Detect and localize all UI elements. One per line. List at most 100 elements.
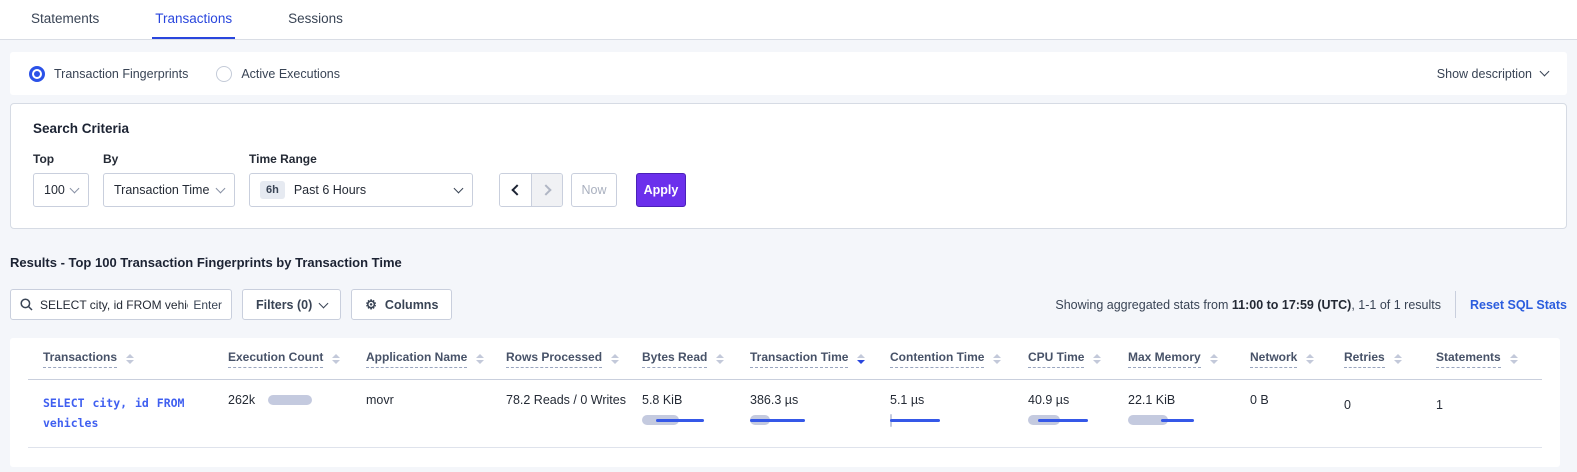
column-header-bytes-read[interactable]: Bytes Read [642,350,750,368]
max-memory-cell: 22.1 KiB [1128,393,1250,427]
radio-active-executions[interactable]: Active Executions [216,66,340,82]
bytes-read-cell: 5.8 KiB [642,393,750,427]
sort-icon[interactable] [1306,354,1314,364]
contention-time-cell: 5.1 µs [890,393,1028,427]
statements-cell: 1 [1436,393,1542,412]
chevron-down-icon [319,298,329,308]
time-range-field: Time Range 6h Past 6 Hours [249,152,473,207]
sort-icon[interactable] [1210,354,1218,364]
network-cell: 0 B [1250,393,1344,407]
time-range-value: Past 6 Hours [294,183,366,197]
sort-icon[interactable] [1510,354,1518,364]
sort-icon[interactable] [993,354,1001,364]
search-criteria-title: Search Criteria [33,121,1544,136]
time-range-pager [499,173,563,207]
search-box[interactable]: Enter [10,289,232,320]
sort-icon[interactable] [611,354,619,364]
columns-label: Columns [385,298,438,312]
sort-icon[interactable] [476,354,484,364]
column-header-network[interactable]: Network [1250,350,1344,368]
application-name-cell: movr [366,393,506,407]
search-criteria-card: Search Criteria Top 100 By Transaction T… [10,103,1567,229]
contention-time-bar [890,414,958,427]
bytes-read-bar [642,414,710,427]
column-header-transaction-time[interactable]: Transaction Time [750,350,890,368]
sort-icon[interactable] [1093,354,1101,364]
apply-button[interactable]: Apply [636,173,686,207]
search-icon [20,298,33,311]
tab-statements[interactable]: Statements [28,0,102,39]
column-header-retries[interactable]: Retries [1344,350,1436,368]
chevron-down-icon [70,183,80,193]
column-header-execution-count[interactable]: Execution Count [228,350,366,368]
max-memory-bar [1128,414,1196,427]
chevron-down-icon [454,183,464,193]
transaction-fingerprint-link[interactable]: SELECT city, id FROM vehicles [43,393,215,433]
aggregated-stats-text: Showing aggregated stats from 11:00 to 1… [1055,298,1441,312]
cpu-time-cell: 40.9 µs [1028,393,1128,427]
execution-count-bar [268,394,314,407]
radio-label: Transaction Fingerprints [54,67,188,81]
stats-time-range: 11:00 to 17:59 (UTC) [1232,298,1351,312]
page-tabs: Statements Transactions Sessions [0,0,1577,40]
top-label: Top [33,152,89,166]
chevron-left-icon [511,184,522,195]
transaction-time-bar [750,414,818,427]
radio-selected-icon [29,66,45,82]
columns-button[interactable]: ⚙ Columns [351,289,452,320]
top-select-value: 100 [44,183,65,197]
column-header-transactions[interactable]: Transactions [28,350,228,368]
time-range-badge: 6h [260,181,285,199]
vertical-divider [1455,291,1456,318]
by-label: By [103,152,235,166]
tab-sessions[interactable]: Sessions [285,0,346,39]
by-select[interactable]: Transaction Time [103,173,235,207]
search-input[interactable] [40,298,188,312]
results-heading: Results - Top 100 Transaction Fingerprin… [10,255,1567,270]
table-header-row: Transactions Execution Count Application… [28,338,1542,380]
radio-unselected-icon [216,66,232,82]
chevron-right-icon [540,184,551,195]
radio-label: Active Executions [241,67,340,81]
sort-icon[interactable] [1394,354,1402,364]
next-interval-button[interactable] [531,174,562,206]
time-range-label: Time Range [249,152,473,166]
sort-icon-active-desc[interactable] [857,354,865,364]
show-description-label: Show description [1437,67,1532,81]
search-enter-hint[interactable]: Enter [193,298,222,312]
view-radio-group: Transaction Fingerprints Active Executio… [29,66,340,82]
top-select[interactable]: 100 [33,173,89,207]
previous-interval-button[interactable] [500,174,531,206]
sort-icon[interactable] [332,354,340,364]
by-field: By Transaction Time [103,152,235,207]
tab-transactions[interactable]: Transactions [152,0,235,39]
column-header-statements[interactable]: Statements [1436,350,1542,368]
execution-count-cell: 262k [228,393,366,407]
show-description-toggle[interactable]: Show description [1437,67,1548,81]
radio-transaction-fingerprints[interactable]: Transaction Fingerprints [29,66,188,82]
column-header-cpu-time[interactable]: CPU Time [1028,350,1128,368]
view-toggle-panel: Transaction Fingerprints Active Executio… [10,52,1567,95]
transaction-time-cell: 386.3 µs [750,393,890,427]
retries-cell: 0 [1344,393,1436,412]
chevron-down-icon [216,183,226,193]
column-header-max-memory[interactable]: Max Memory [1128,350,1250,368]
cpu-time-bar [1028,414,1096,427]
now-button[interactable]: Now [571,173,617,207]
top-field: Top 100 [33,152,89,207]
filters-label: Filters (0) [256,298,312,312]
filters-button[interactable]: Filters (0) [242,289,341,320]
sort-icon[interactable] [126,354,134,364]
time-range-select[interactable]: 6h Past 6 Hours [249,173,473,207]
transactions-table: Transactions Execution Count Application… [10,338,1560,467]
by-select-value: Transaction Time [114,183,209,197]
gear-icon: ⚙ [365,298,377,311]
rows-processed-cell: 78.2 Reads / 0 Writes [506,393,642,407]
column-header-application-name[interactable]: Application Name [366,350,506,368]
chevron-down-icon [1540,67,1550,77]
table-row: SELECT city, id FROM vehicles 262k movr … [28,380,1542,448]
column-header-contention-time[interactable]: Contention Time [890,350,1028,368]
column-header-rows-processed[interactable]: Rows Processed [506,350,642,368]
sort-icon[interactable] [716,354,724,364]
reset-sql-stats-link[interactable]: Reset SQL Stats [1470,298,1567,312]
